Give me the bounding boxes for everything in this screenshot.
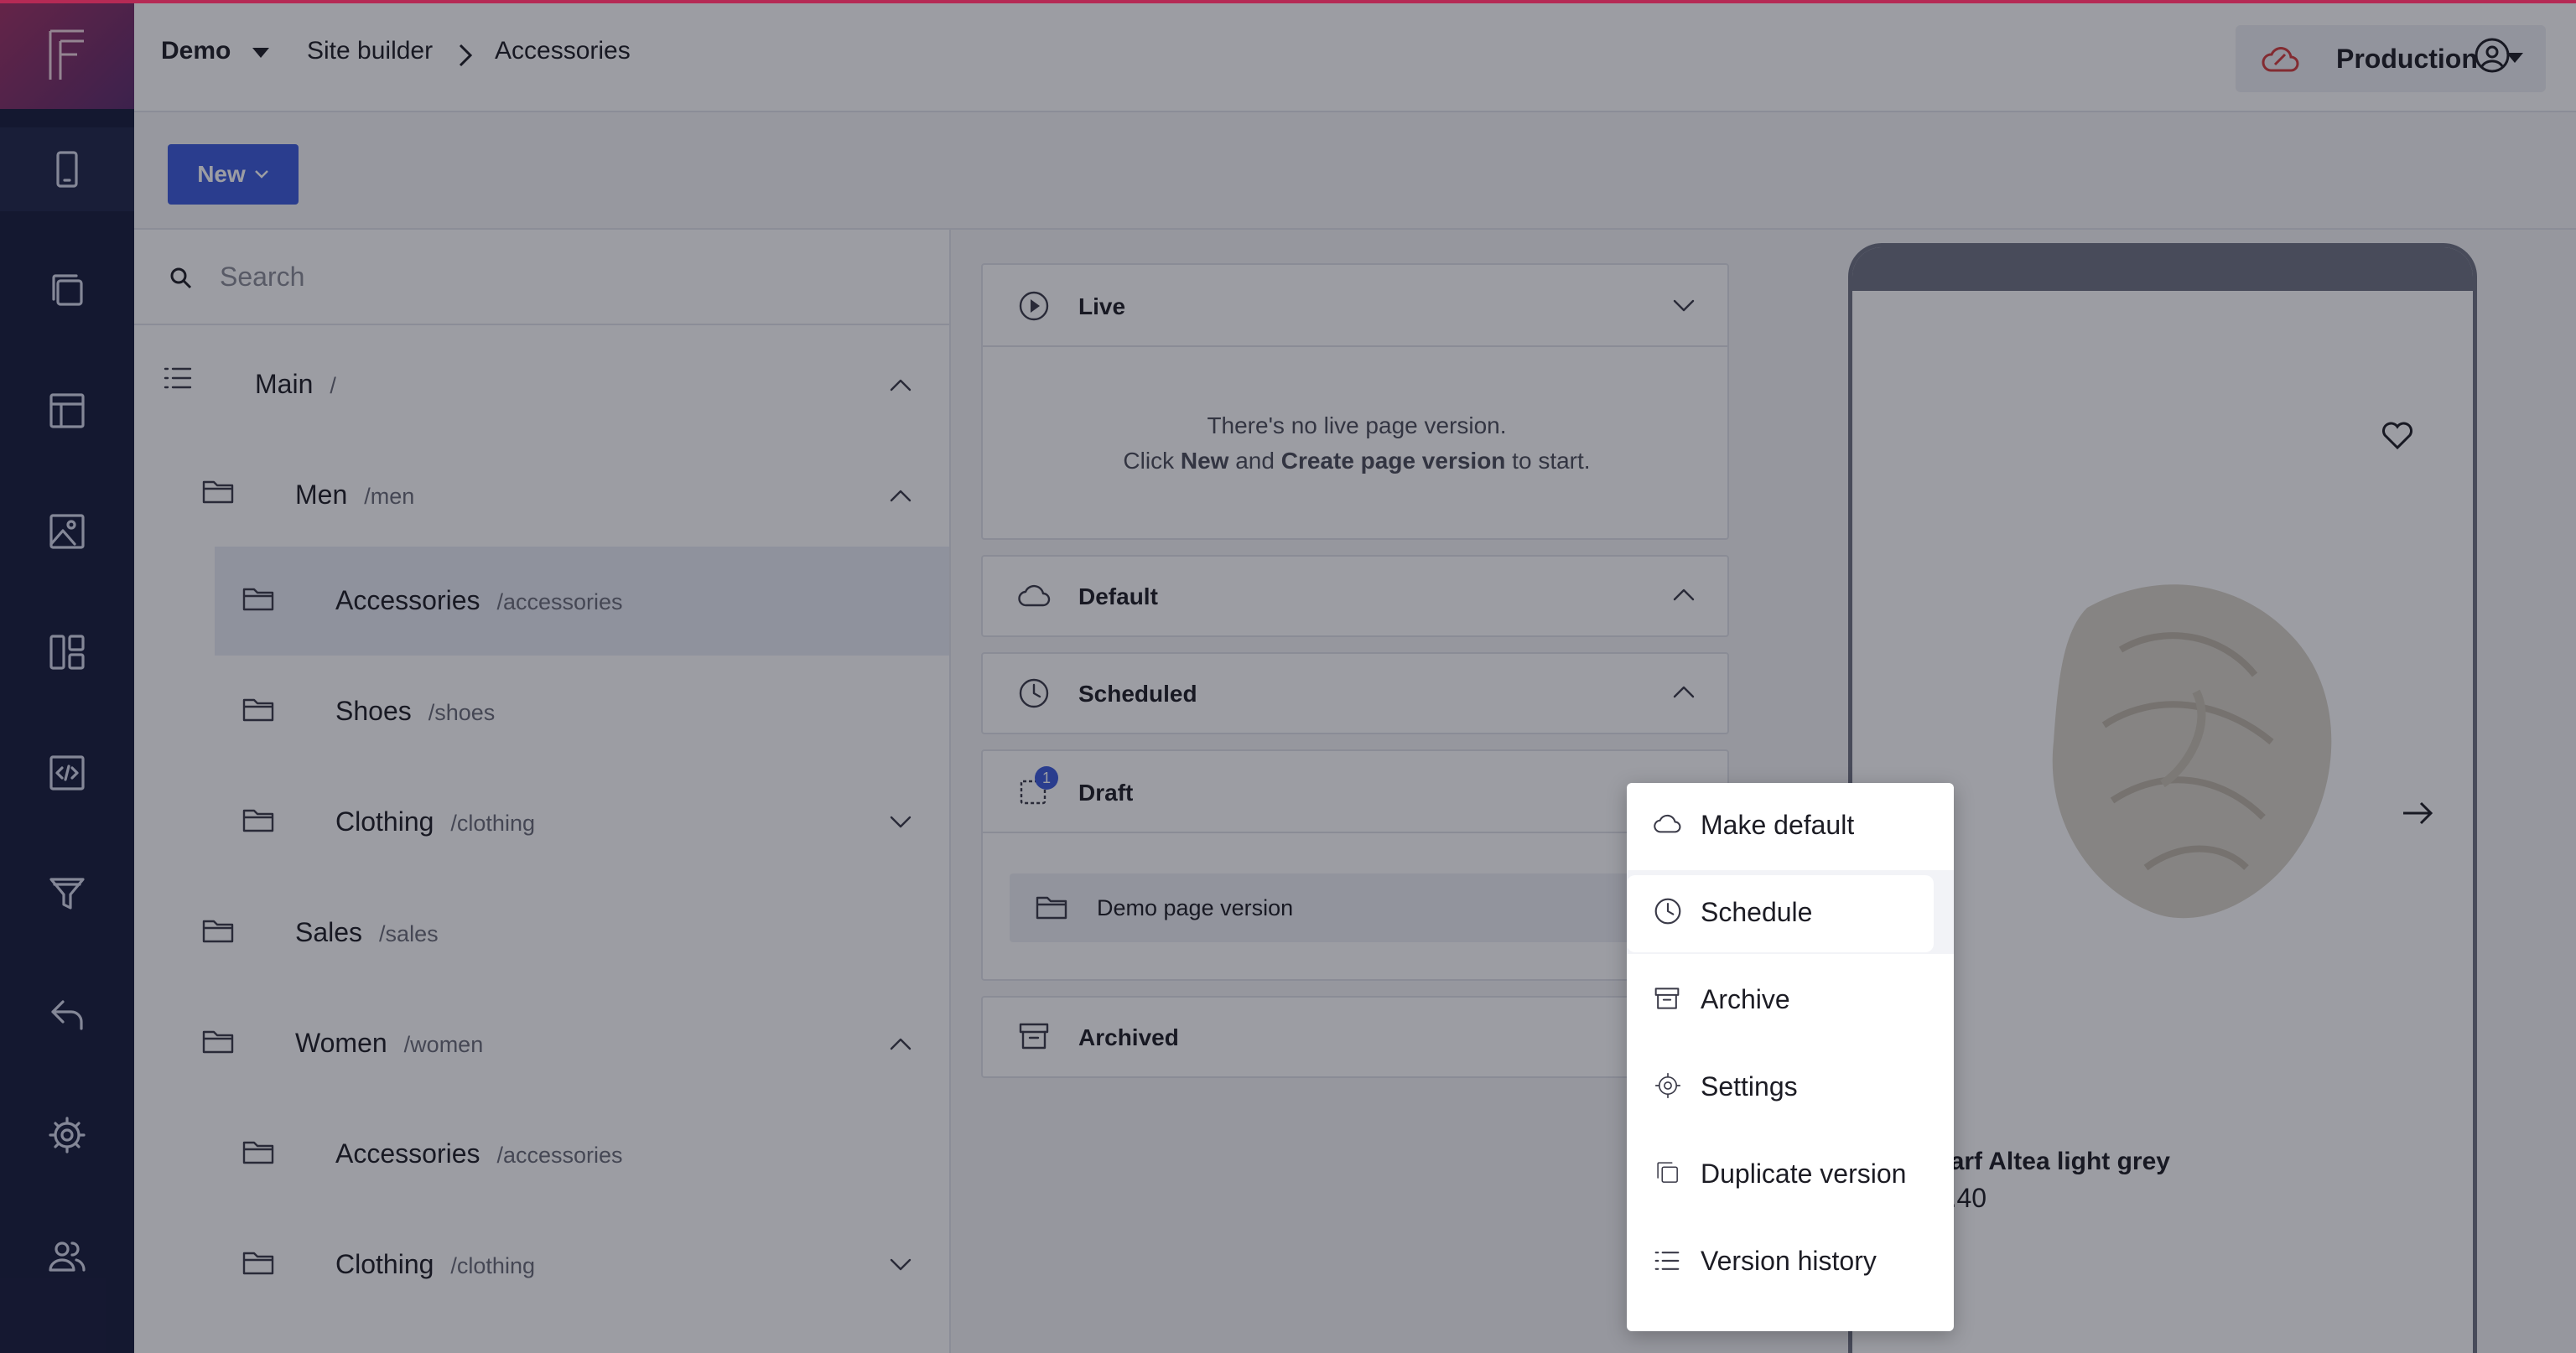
menu-item-make-default[interactable]: Make default — [1627, 783, 1954, 867]
gear-icon — [1654, 1072, 1681, 1099]
menu-item-settings[interactable]: Settings — [1627, 1045, 1954, 1128]
menu-item-label: Settings — [1701, 1071, 1798, 1102]
overlay-backdrop[interactable] — [0, 0, 2576, 1353]
cloud-icon — [1654, 814, 1681, 833]
menu-item-schedule[interactable]: Schedule — [1627, 870, 1954, 954]
archive-icon — [1654, 988, 1680, 1009]
list-icon — [1654, 1252, 1680, 1270]
menu-item-label: Archive — [1701, 984, 1790, 1014]
menu-item-label: Version history — [1701, 1246, 1877, 1276]
menu-item-archive[interactable]: Archive — [1627, 957, 1954, 1041]
menu-item-version-history[interactable]: Version history — [1627, 1219, 1954, 1303]
version-context-menu: Make default Schedule Archive Settings D… — [1627, 783, 1954, 1331]
clock-icon — [1654, 898, 1681, 925]
menu-item-duplicate[interactable]: Duplicate version — [1627, 1132, 1954, 1216]
duplicate-icon — [1657, 1162, 1678, 1183]
menu-item-label: Schedule — [1701, 897, 1813, 927]
menu-item-label: Make default — [1701, 810, 1855, 840]
top-accent-line — [0, 0, 2576, 3]
menu-item-label: Duplicate version — [1701, 1159, 1907, 1189]
